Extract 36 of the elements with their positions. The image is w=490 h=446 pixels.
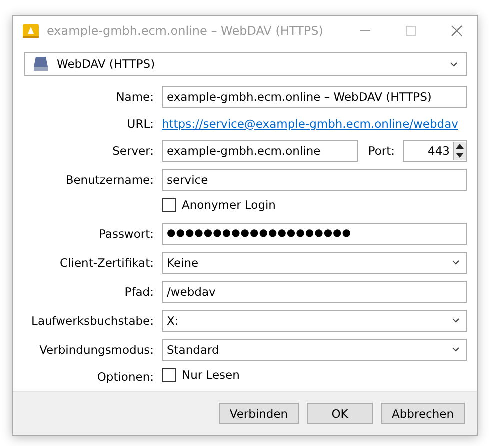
connection-type-dropdown[interactable]: WebDAV (HTTPS) <box>24 52 467 76</box>
chevron-down-icon <box>452 260 460 265</box>
checkbox[interactable]: Anonymer Login <box>162 198 276 212</box>
field-label: Benutzername: <box>64 172 155 186</box>
close-icon[interactable] <box>451 25 463 37</box>
chevron-down-icon <box>450 62 458 66</box>
field-label: Passwort: <box>98 226 155 240</box>
field-label: URL: <box>126 116 155 130</box>
url-link[interactable]: https://service@example-gmbh.ecm.online/webdav <box>162 116 458 130</box>
spin-arrows-icon[interactable] <box>453 142 466 160</box>
dropdown[interactable]: Keine <box>162 252 467 274</box>
dialog-button[interactable]: OK <box>307 403 373 424</box>
dialog-button[interactable]: Abbrechen <box>381 403 465 424</box>
port-spinner[interactable]: 443 <box>403 140 467 162</box>
text-field[interactable]: example-gmbh.ecm.online – WebDAV (HTTPS) <box>162 86 467 108</box>
field-label: Pfad: <box>124 284 155 298</box>
field-label: Verbindungsmodus: <box>38 342 155 356</box>
app-icon <box>23 23 39 39</box>
text-field[interactable]: service <box>162 168 467 190</box>
dropdown[interactable]: Standard <box>162 338 467 360</box>
field-label: Server: <box>112 144 155 158</box>
port-label: Port: <box>368 144 395 158</box>
chevron-down-icon <box>452 347 460 352</box>
dropdown[interactable]: X: <box>162 310 467 332</box>
field-label: Laufwerksbuchstabe: <box>30 314 155 328</box>
field-label: Optionen: <box>96 370 155 384</box>
password-field[interactable]: ●●●●●●●●●●●●●●●●●●●● <box>162 222 467 244</box>
checkbox[interactable]: Nur Lesen <box>162 368 240 382</box>
dialog-button[interactable]: Verbinden <box>219 403 299 424</box>
text-field[interactable]: /webdav <box>162 280 467 302</box>
window-title: example-gmbh.ecm.online – WebDAV (HTTPS) <box>47 24 324 38</box>
chevron-down-icon <box>452 318 460 323</box>
drive-icon <box>33 56 49 72</box>
server-field[interactable]: example-gmbh.ecm.online <box>162 140 358 162</box>
field-label: Client-Zertifikat: <box>59 256 155 270</box>
field-label: Name: <box>115 90 155 104</box>
